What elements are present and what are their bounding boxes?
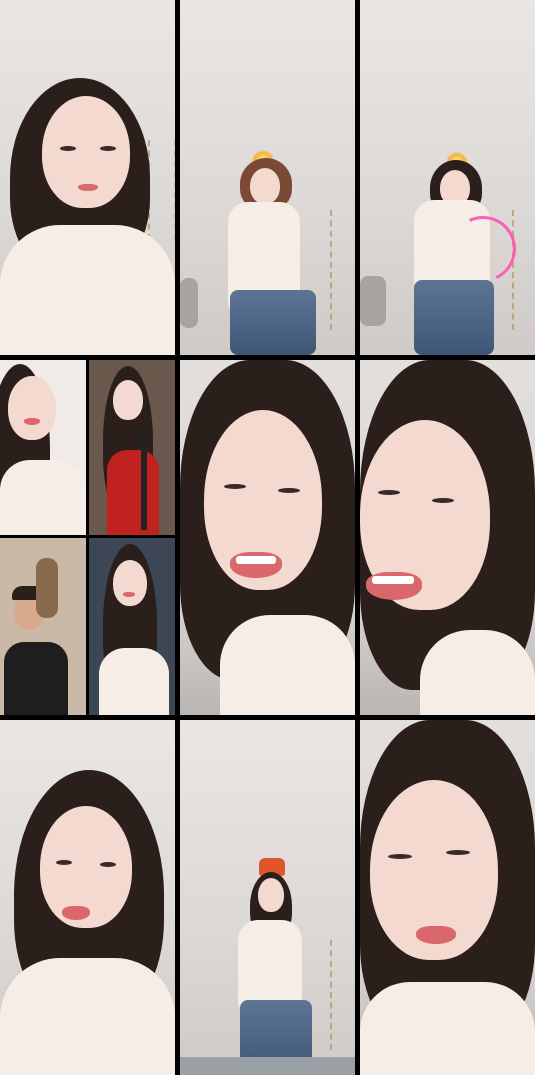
face <box>258 878 284 912</box>
video-tile-1[interactable] <box>0 0 175 355</box>
sub-video-3[interactable] <box>0 538 86 715</box>
plant-decoration <box>330 210 355 330</box>
video-tile-5[interactable] <box>180 360 355 715</box>
chair <box>360 276 386 326</box>
video-grid <box>0 0 535 1075</box>
video-tile-2[interactable] <box>180 0 355 355</box>
video-tile-8[interactable] <box>180 720 355 1075</box>
sub-video-4[interactable] <box>89 538 175 715</box>
shirt <box>0 958 175 1075</box>
video-tile-6[interactable] <box>360 360 535 715</box>
floor <box>180 1057 355 1075</box>
plant-decoration <box>330 940 355 1050</box>
jeans <box>414 280 494 355</box>
face <box>250 168 280 204</box>
shirt <box>238 920 302 1012</box>
shirt <box>360 982 535 1075</box>
microphone-stand <box>141 430 147 530</box>
face <box>42 96 130 208</box>
shirt <box>420 630 535 715</box>
video-tile-7[interactable] <box>0 720 175 1075</box>
jeans <box>230 290 316 355</box>
plant-decoration <box>148 140 175 240</box>
video-tile-3[interactable] <box>360 0 535 355</box>
shirt <box>220 615 355 715</box>
shirt <box>0 225 175 355</box>
video-tile-9[interactable] <box>360 720 535 1075</box>
red-top <box>107 450 159 535</box>
dog-figure <box>36 558 58 618</box>
sub-video-1[interactable] <box>0 360 86 535</box>
sub-video-2[interactable] <box>89 360 175 535</box>
chair <box>180 278 198 328</box>
plant-decoration <box>512 210 535 330</box>
video-tile-4[interactable] <box>0 360 175 715</box>
